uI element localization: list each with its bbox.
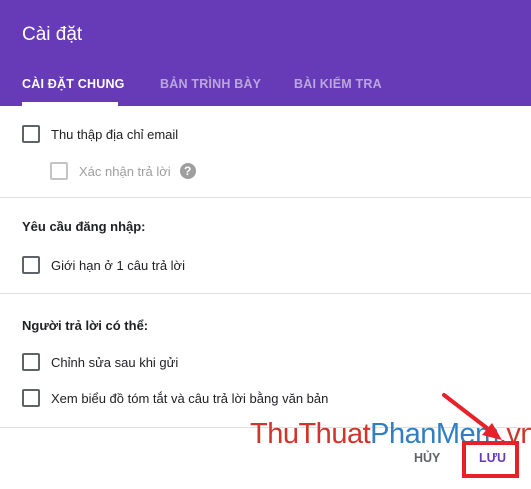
response-receipts-label: Xác nhận trả lời <box>79 163 171 179</box>
login-section-title: Yêu cầu đăng nhập: <box>22 219 146 234</box>
response-receipts-option[interactable]: Xác nhận trả lời ? <box>50 161 196 181</box>
section-divider <box>0 293 531 294</box>
collect-email-checkbox[interactable] <box>22 125 40 143</box>
collect-email-option[interactable]: Thu thập địa chỉ email <box>22 124 178 144</box>
limit-one-response-checkbox[interactable] <box>22 256 40 274</box>
help-icon[interactable]: ? <box>179 163 196 179</box>
edit-after-submit-option[interactable]: Chỉnh sửa sau khi gửi <box>22 352 178 372</box>
save-button-highlight <box>462 441 519 478</box>
limit-one-response-label: Giới hạn ở 1 câu trả lời <box>51 257 185 273</box>
see-summary-checkbox[interactable] <box>22 389 40 407</box>
tab-label: BẢN TRÌNH BÀY <box>160 77 262 91</box>
settings-tabs: CÀI ĐẶT CHUNG BẢN TRÌNH BÀY BÀI KIỂM TRA <box>0 66 531 106</box>
see-summary-label: Xem biểu đồ tóm tắt và câu trả lời bằng … <box>51 390 329 406</box>
tab-presentation[interactable]: BẢN TRÌNH BÀY <box>160 66 261 106</box>
respondents-section-title: Người trả lời có thể: <box>22 318 149 333</box>
tab-label: BÀI KIỂM TRA <box>294 77 382 91</box>
section-divider <box>0 197 531 198</box>
edit-after-submit-checkbox[interactable] <box>22 353 40 371</box>
edit-after-submit-label: Chỉnh sửa sau khi gửi <box>51 354 179 370</box>
see-summary-option[interactable]: Xem biểu đồ tóm tắt và câu trả lời bằng … <box>22 388 328 408</box>
limit-one-response-option[interactable]: Giới hạn ở 1 câu trả lời <box>22 255 185 275</box>
tab-general-settings[interactable]: CÀI ĐẶT CHUNG <box>22 66 124 106</box>
tab-label: CÀI ĐẶT CHUNG <box>22 77 125 91</box>
dialog-header: Cài đặt CÀI ĐẶT CHUNG BẢN TRÌNH BÀY BÀI … <box>0 0 531 106</box>
tab-quizzes[interactable]: BÀI KIỂM TRA <box>294 66 382 106</box>
dialog-title: Cài đặt <box>22 24 83 45</box>
cancel-button[interactable]: HỦY <box>414 451 440 465</box>
arrow-annotation-icon <box>442 393 502 440</box>
collect-email-label: Thu thập địa chỉ email <box>51 126 179 142</box>
response-receipts-checkbox[interactable] <box>50 162 68 180</box>
active-tab-indicator <box>22 102 118 106</box>
watermark-part: ThuThuat <box>250 418 371 450</box>
